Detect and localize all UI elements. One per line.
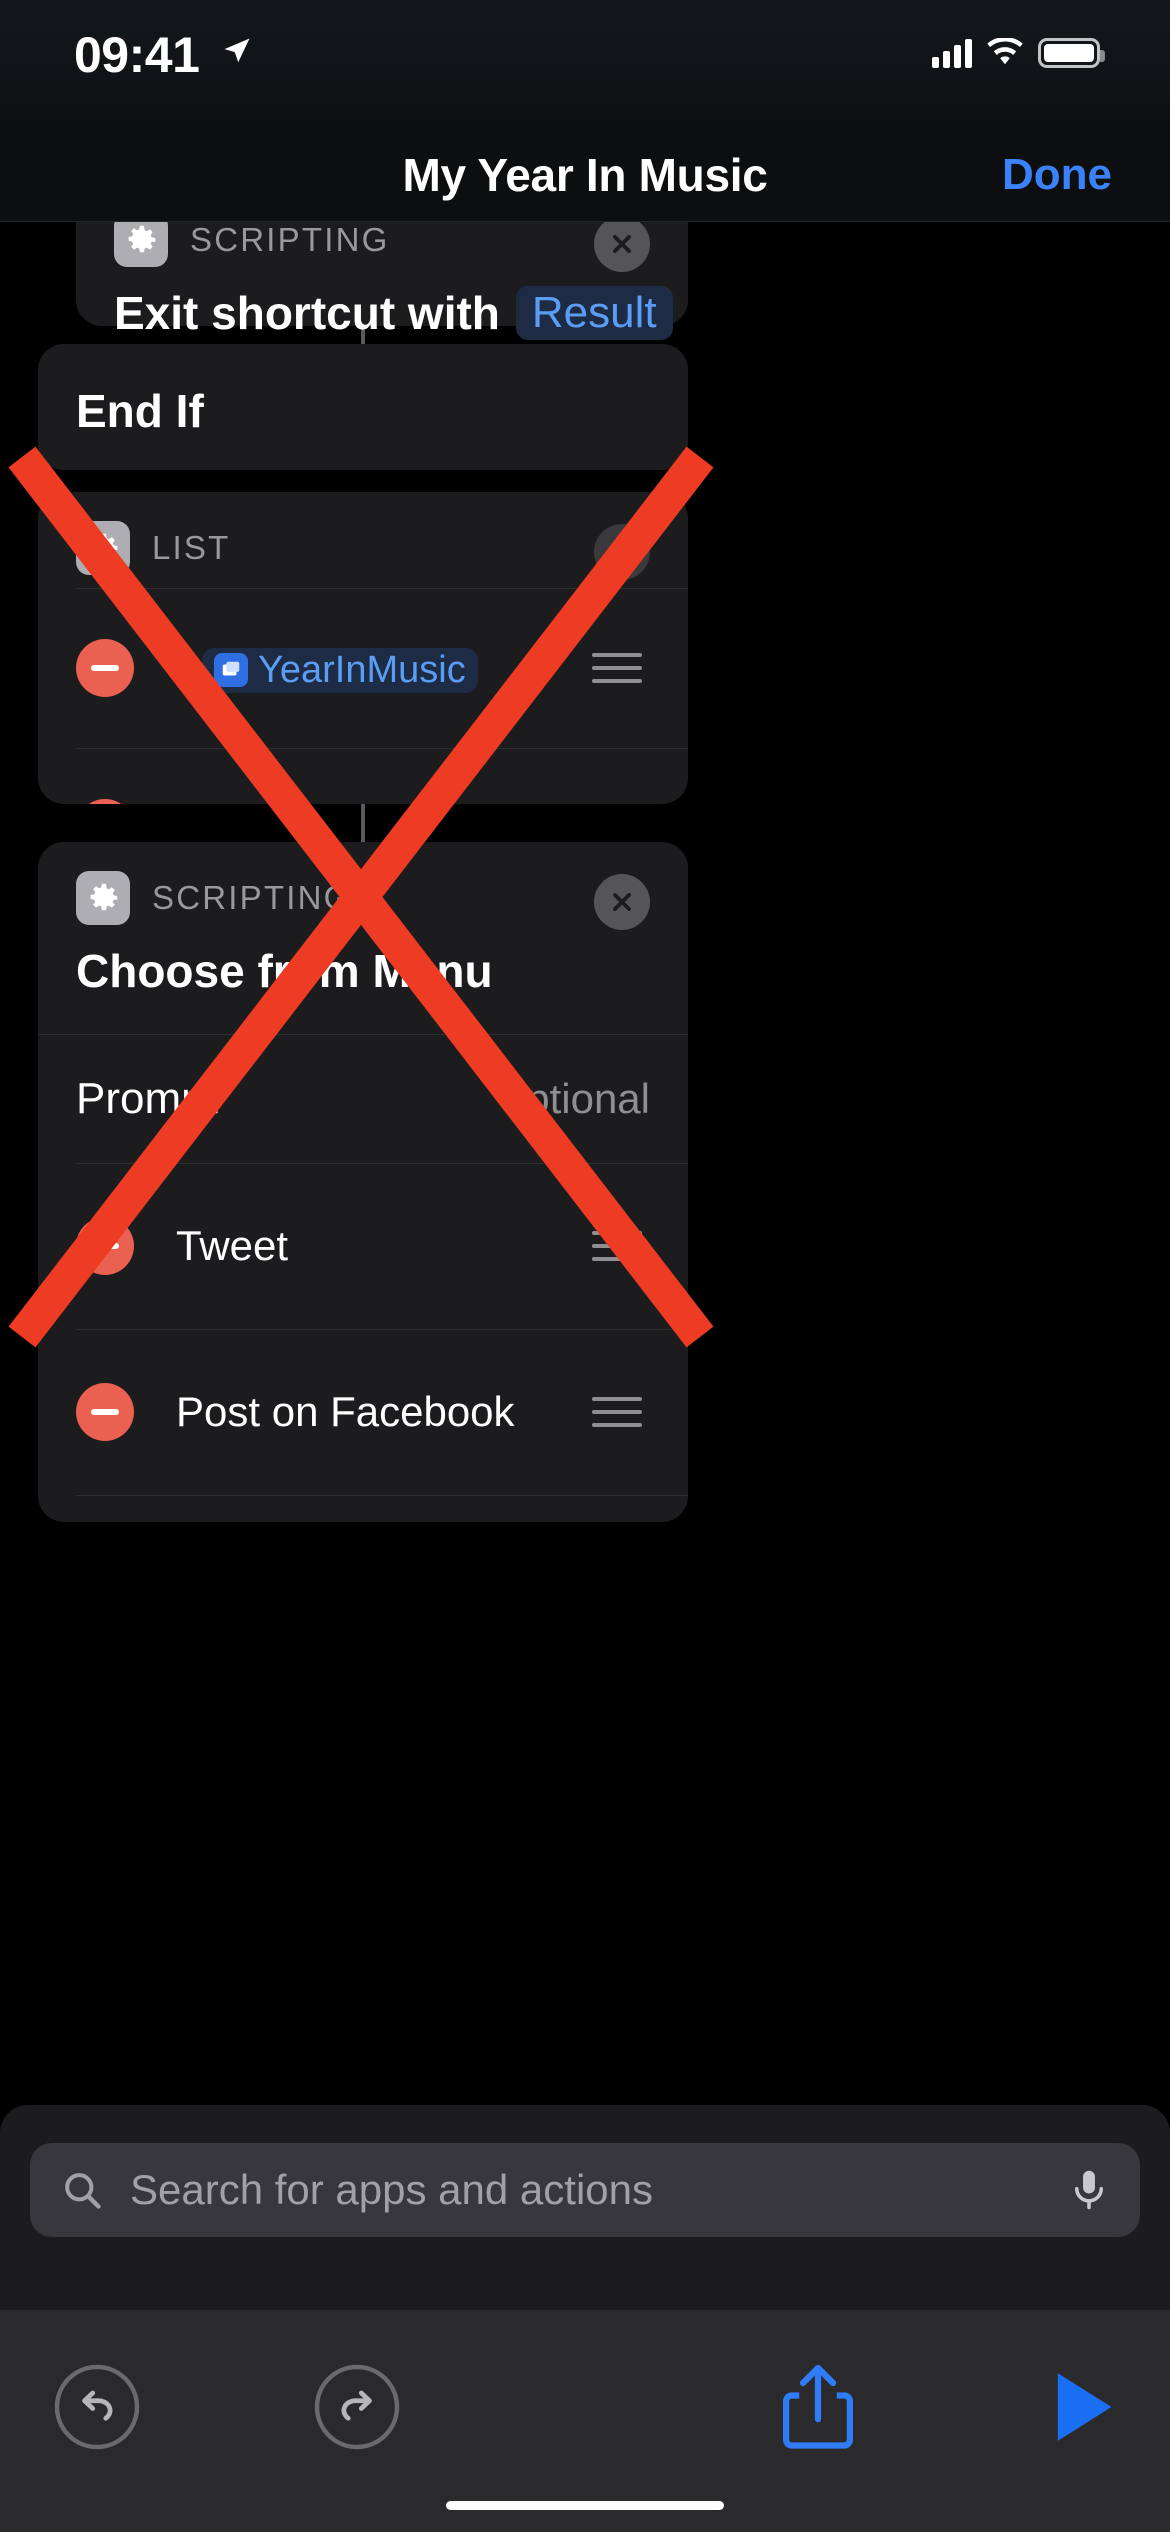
variable-token-result[interactable]: Result	[515, 286, 673, 340]
prompt-placeholder: optional	[502, 1075, 650, 1122]
search-input[interactable]: Search for apps and actions	[30, 2143, 1140, 2237]
menu-item-label: Post on Facebook	[176, 1388, 515, 1435]
close-circle-icon[interactable]	[594, 524, 650, 580]
wifi-icon	[987, 38, 1023, 65]
action-card-header: LIST	[38, 492, 688, 578]
search-bar-container: Search for apps and actions	[0, 2105, 1170, 2310]
menu-item-row[interactable]: Tweet	[38, 1163, 688, 1329]
gear-icon	[114, 222, 168, 267]
action-card-choose-from-menu[interactable]: SCRIPTING Choose from Menu Prompt option…	[38, 842, 688, 1522]
drag-handle-icon[interactable]	[592, 1222, 642, 1270]
drag-handle-icon[interactable]	[592, 644, 642, 692]
page-title: My Year In Music	[402, 149, 768, 201]
undo-icon[interactable]	[52, 2362, 142, 2452]
action-title-text: Exit shortcut with	[114, 287, 500, 339]
close-circle-icon[interactable]	[594, 874, 650, 930]
divider	[76, 588, 688, 589]
variable-token-yearinmusic[interactable]: YearInMusic	[202, 647, 478, 693]
minus-circle-icon[interactable]	[76, 799, 134, 804]
menu-item-row[interactable]: Post on Facebook	[38, 1329, 688, 1495]
divider	[76, 1495, 688, 1496]
drag-handle-icon[interactable]	[592, 1388, 642, 1436]
gear-icon	[76, 521, 130, 575]
home-indicator	[446, 2501, 724, 2510]
action-connector	[361, 804, 365, 844]
media-variable-icon	[214, 653, 248, 688]
menu-item-row[interactable]: Message	[38, 1495, 688, 1522]
minus-circle-icon[interactable]	[76, 1383, 134, 1441]
action-card-header: SCRIPTING	[38, 842, 688, 928]
gear-icon	[76, 871, 130, 925]
shortcut-action-list[interactable]: SCRIPTING Exit shortcut with Result End …	[0, 222, 1170, 2112]
share-icon[interactable]	[770, 2358, 866, 2458]
done-button[interactable]: Done	[1002, 150, 1112, 200]
action-category-label: SCRIPTING	[152, 879, 352, 916]
status-bar: 09:41	[0, 0, 1170, 130]
navigation-bar: My Year In Music Done	[0, 130, 1170, 222]
action-card-exit-shortcut[interactable]: SCRIPTING Exit shortcut with Result	[76, 222, 688, 340]
microphone-icon[interactable]	[1068, 2166, 1110, 2214]
divider	[76, 1163, 688, 1164]
minus-circle-icon[interactable]	[76, 639, 134, 697]
battery-full-icon	[1038, 38, 1105, 68]
cellular-signal-icon	[932, 38, 972, 68]
action-title-text: Choose from Menu	[76, 945, 493, 997]
prompt-label: Prompt	[76, 1074, 218, 1123]
divider	[76, 748, 688, 749]
minus-circle-icon[interactable]	[76, 1217, 134, 1275]
action-title-text: End If	[76, 385, 204, 437]
status-time: 09:41	[74, 27, 200, 83]
list-item[interactable]: YearInMusic	[38, 588, 688, 748]
action-card-list[interactable]: LIST YearInMusic	[38, 492, 688, 804]
prompt-field-row[interactable]: Prompt optional	[38, 1035, 688, 1163]
action-category-label: SCRIPTING	[190, 222, 390, 258]
search-placeholder: Search for apps and actions	[130, 2166, 653, 2213]
bottom-toolbar	[0, 2310, 1170, 2532]
redo-icon[interactable]	[312, 2362, 402, 2452]
action-card-end-if[interactable]: End If	[38, 344, 688, 470]
action-category-label: LIST	[152, 529, 231, 566]
menu-item-label: Tweet	[176, 1222, 289, 1269]
location-arrow-icon	[224, 38, 250, 63]
iphone-screen: 09:41 My Year In Music Done SCRIPTING Ex…	[0, 0, 1170, 2532]
search-icon	[65, 2173, 101, 2209]
divider	[76, 1329, 688, 1330]
status-indicators	[932, 38, 1105, 68]
list-item-label: YearInMusic	[258, 648, 466, 691]
play-icon[interactable]	[1040, 2362, 1124, 2452]
list-item[interactable]: Here's my #YearInMusic. (via #Shortcut…	[38, 748, 688, 804]
